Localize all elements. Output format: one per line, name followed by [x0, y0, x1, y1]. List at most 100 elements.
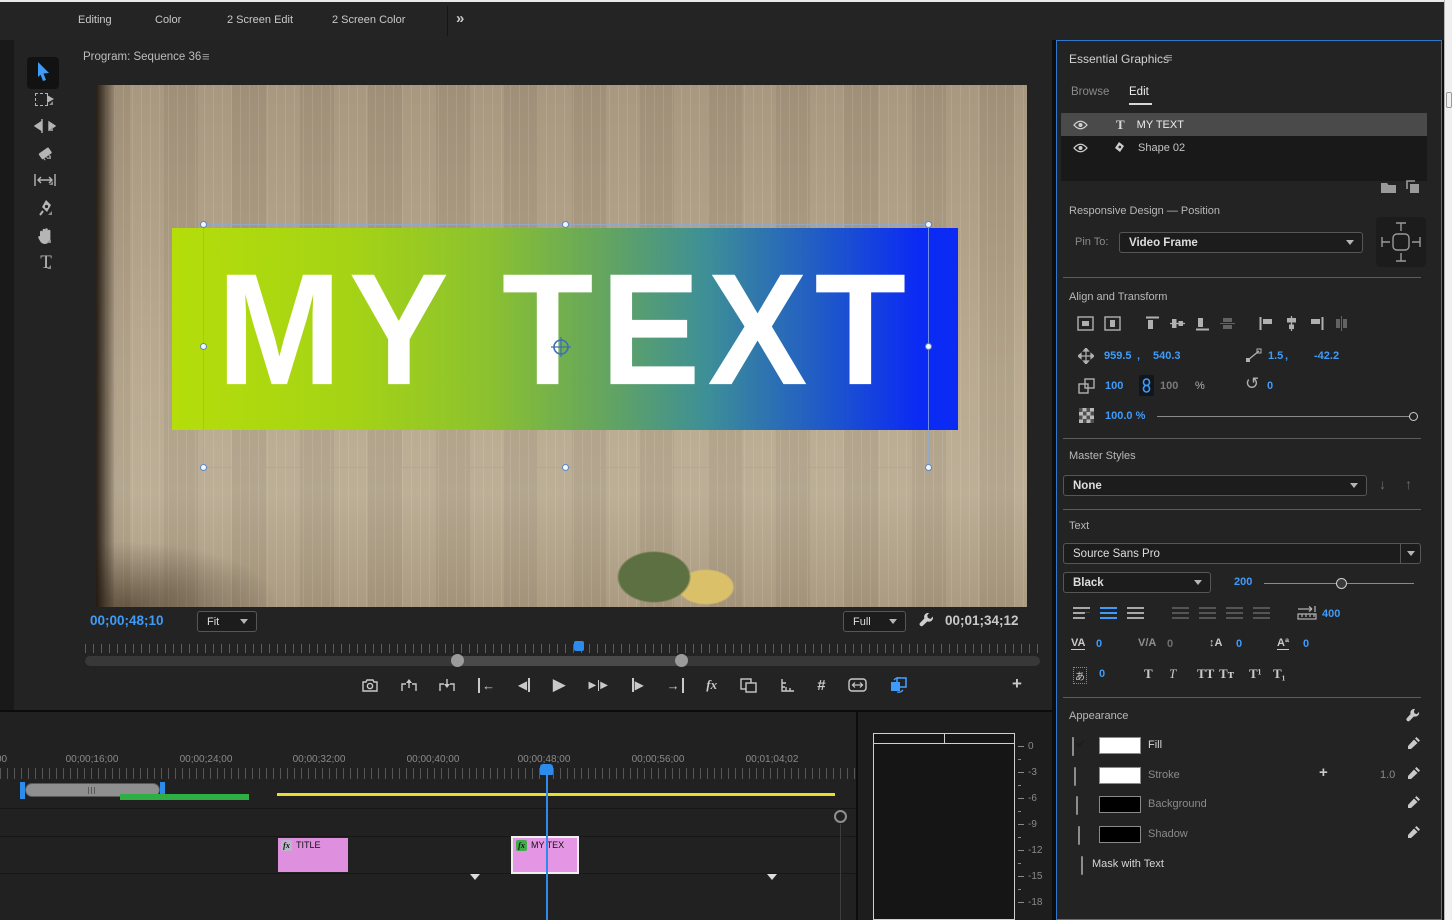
- scale-x-value[interactable]: 100: [1105, 380, 1123, 392]
- workspace-tab-2-screen-color[interactable]: 2 Screen Color: [332, 14, 405, 26]
- align-vertical-center-icon[interactable]: [1170, 316, 1185, 331]
- workspace-tab-color[interactable]: Color: [155, 14, 181, 26]
- push-style-down-icon[interactable]: ↓: [1379, 476, 1386, 492]
- timeline-scrollbar-handle[interactable]: [834, 810, 847, 823]
- fx-badge-icon[interactable]: fx: [516, 840, 527, 851]
- font-style-dropdown[interactable]: Black: [1063, 572, 1211, 593]
- selection-handle-top-center[interactable]: [562, 221, 569, 228]
- razor-tool-icon[interactable]: [36, 145, 54, 162]
- play-button-icon[interactable]: ▶: [553, 675, 566, 695]
- tracking-value[interactable]: 0: [1096, 638, 1102, 650]
- superscript-button[interactable]: T¹: [1249, 666, 1262, 682]
- faux-bold-button[interactable]: T: [1144, 666, 1153, 682]
- subscript-button[interactable]: T₁: [1273, 666, 1286, 682]
- fill-checkbox[interactable]: [1072, 737, 1085, 756]
- justify-last-left-icon[interactable]: [1172, 607, 1189, 620]
- extract-icon[interactable]: [439, 678, 456, 692]
- shadow-checkbox[interactable]: [1078, 826, 1080, 845]
- mask-with-text-checkbox[interactable]: [1081, 856, 1083, 875]
- stroke-width-value[interactable]: 1.0: [1380, 769, 1395, 781]
- selection-tool-icon[interactable]: [35, 61, 52, 82]
- align-top-icon[interactable]: [1145, 316, 1160, 331]
- baseline-shift-value[interactable]: 0: [1303, 638, 1309, 650]
- fill-color-swatch[interactable]: [1099, 737, 1141, 754]
- distribute-vertical-icon[interactable]: [1220, 316, 1235, 331]
- font-size-value[interactable]: 200: [1234, 576, 1252, 588]
- master-styles-dropdown[interactable]: None: [1063, 475, 1367, 496]
- go-to-in-icon[interactable]: ←: [478, 677, 495, 693]
- hand-tool-icon[interactable]: [36, 226, 54, 246]
- shadow-eyedropper-icon[interactable]: [1407, 825, 1421, 839]
- tab-overflow-chevron-icon[interactable]: »: [456, 10, 464, 27]
- workspace-tab-editing[interactable]: Editing: [78, 14, 112, 26]
- center-horizontally-icon[interactable]: [1077, 316, 1094, 331]
- shadow-color-swatch[interactable]: [1099, 826, 1141, 843]
- position-y-value[interactable]: 540.3: [1153, 350, 1181, 362]
- justify-last-center-icon[interactable]: [1199, 607, 1216, 620]
- tsume-value[interactable]: 0: [1099, 668, 1105, 680]
- font-family-dropdown[interactable]: Source Sans Pro: [1063, 543, 1421, 564]
- tracking-ruler-value[interactable]: 400: [1322, 608, 1340, 620]
- go-to-out-icon[interactable]: →: [667, 677, 684, 693]
- pin-widget[interactable]: [1376, 217, 1426, 267]
- program-video-frame[interactable]: MY TEXT: [96, 85, 1027, 607]
- background-color-swatch[interactable]: [1099, 796, 1141, 813]
- settings-wrench-icon[interactable]: [918, 611, 935, 628]
- global-fx-mute-icon[interactable]: fx: [706, 677, 717, 693]
- current-timecode[interactable]: 00;00;48;10: [90, 613, 164, 628]
- layer-row-shape-02[interactable]: Shape 02: [1061, 136, 1427, 159]
- program-playhead-caret[interactable]: [574, 641, 584, 651]
- fx-badge-icon[interactable]: fx: [281, 840, 292, 851]
- pin-to-dropdown[interactable]: Video Frame: [1119, 232, 1363, 253]
- opacity-slider-handle[interactable]: [1409, 412, 1418, 421]
- all-caps-button[interactable]: TT: [1197, 666, 1214, 682]
- anchor-point-icon[interactable]: [550, 336, 572, 358]
- lift-icon[interactable]: [401, 678, 417, 692]
- align-left-icon[interactable]: [1259, 316, 1274, 331]
- program-scrollbar-right-handle[interactable]: [675, 654, 688, 667]
- workspace-tab-2-screen-edit[interactable]: 2 Screen Edit: [227, 14, 293, 26]
- fill-eyedropper-icon[interactable]: [1407, 736, 1421, 750]
- stroke-color-swatch[interactable]: [1099, 767, 1141, 784]
- selection-handle-bottom-left[interactable]: [200, 464, 207, 471]
- new-layer-icon[interactable]: [1406, 180, 1420, 194]
- slip-tool-icon[interactable]: [34, 172, 56, 188]
- faux-italic-button[interactable]: T: [1169, 666, 1176, 682]
- align-text-center-icon[interactable]: [1100, 607, 1117, 620]
- eye-visibility-icon[interactable]: [1073, 120, 1088, 130]
- tab-edit[interactable]: Edit: [1129, 86, 1149, 98]
- justify-last-right-icon[interactable]: [1226, 607, 1243, 620]
- type-tool-icon[interactable]: T: [38, 252, 54, 273]
- timeline-clip-title[interactable]: fx TITLE: [278, 838, 348, 872]
- safe-margins-icon[interactable]: #: [817, 677, 825, 694]
- leading-value[interactable]: 0: [1236, 638, 1242, 650]
- ripple-edit-tool-icon[interactable]: [34, 118, 56, 134]
- program-scrollbar-thumb[interactable]: [457, 656, 681, 666]
- center-vertically-icon[interactable]: [1104, 316, 1121, 331]
- new-folder-icon[interactable]: [1380, 181, 1397, 194]
- program-panel-menu-icon[interactable]: ≡: [202, 49, 210, 64]
- play-in-to-out-icon[interactable]: ▶ ▶: [589, 679, 609, 691]
- timeline-ruler[interactable]: [0, 768, 856, 779]
- add-button-icon[interactable]: +: [1012, 674, 1022, 694]
- selection-handle-bottom-center[interactable]: [562, 464, 569, 471]
- align-text-right-icon[interactable]: [1127, 607, 1144, 620]
- step-back-icon[interactable]: ◀: [518, 678, 531, 692]
- background-checkbox[interactable]: [1076, 796, 1078, 815]
- proxy-toggle-icon[interactable]: [890, 677, 907, 693]
- program-scrollbar-left-handle[interactable]: [451, 654, 464, 667]
- comparison-view-icon[interactable]: [740, 677, 757, 693]
- align-right-icon[interactable]: [1309, 316, 1324, 331]
- zoom-level-dropdown[interactable]: Fit: [197, 611, 257, 632]
- kerning-value[interactable]: 0: [1167, 638, 1173, 650]
- small-caps-button[interactable]: Tᴛ: [1219, 666, 1234, 682]
- track-select-forward-tool-icon[interactable]: [34, 90, 56, 108]
- program-time-ruler[interactable]: [85, 644, 1040, 653]
- rotation-value[interactable]: 0: [1267, 380, 1273, 392]
- timeline-scrollbar-track[interactable]: [840, 824, 841, 920]
- justify-all-icon[interactable]: [1253, 607, 1270, 620]
- add-stroke-icon[interactable]: +: [1319, 764, 1328, 781]
- selection-handle-mid-left[interactable]: [200, 343, 207, 350]
- push-style-up-icon[interactable]: ↑: [1405, 476, 1412, 492]
- playback-resolution-dropdown[interactable]: Full: [843, 611, 906, 632]
